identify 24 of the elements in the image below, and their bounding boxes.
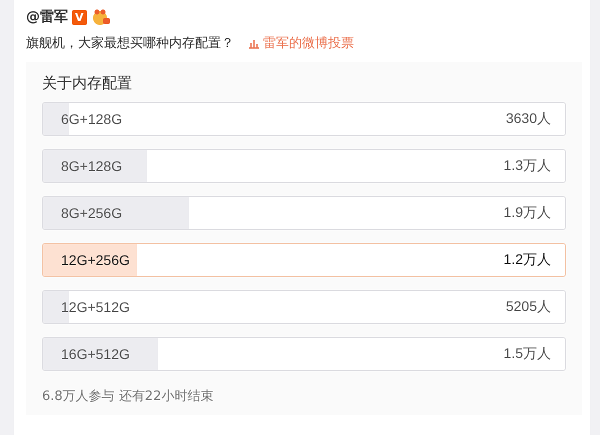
poll-status: 6.8万人参与 还有22小时结束 bbox=[42, 388, 214, 405]
option-label: 8G+128G bbox=[61, 158, 122, 174]
post-text: 旗舰机，大家最想买哪种内存配置？ bbox=[26, 35, 234, 52]
option-label: 16G+512G bbox=[61, 346, 130, 362]
option-label: 12G+512G bbox=[61, 299, 130, 315]
poll-option[interactable]: 12G+256G 1.2万人 bbox=[42, 243, 566, 277]
option-label: 8G+256G bbox=[61, 205, 122, 221]
vote-count: 1.9万人 bbox=[504, 204, 551, 222]
poll-option[interactable]: 8G+256G 1.9万人 bbox=[42, 196, 566, 230]
vote-count: 1.3万人 bbox=[504, 157, 551, 175]
poll-title: 关于内存配置 bbox=[42, 73, 133, 94]
option-label: 12G+256G bbox=[61, 252, 130, 268]
option-label: 6G+128G bbox=[61, 111, 122, 127]
vote-count: 1.2万人 bbox=[504, 251, 551, 269]
poll-icon bbox=[248, 37, 260, 49]
poll-option[interactable]: 12G+512G 5205人 bbox=[42, 290, 566, 324]
author-name[interactable]: @雷军 bbox=[26, 8, 68, 26]
verified-badge: V bbox=[72, 10, 87, 24]
vote-count: 3630人 bbox=[506, 110, 551, 128]
poll-option[interactable]: 16G+512G 1.5万人 bbox=[42, 337, 566, 371]
poll-option[interactable]: 6G+128G 3630人 bbox=[42, 102, 566, 136]
poll-option[interactable]: 8G+128G 1.3万人 bbox=[42, 149, 566, 183]
vote-count: 5205人 bbox=[506, 298, 551, 316]
vote-count: 1.5万人 bbox=[504, 345, 551, 363]
